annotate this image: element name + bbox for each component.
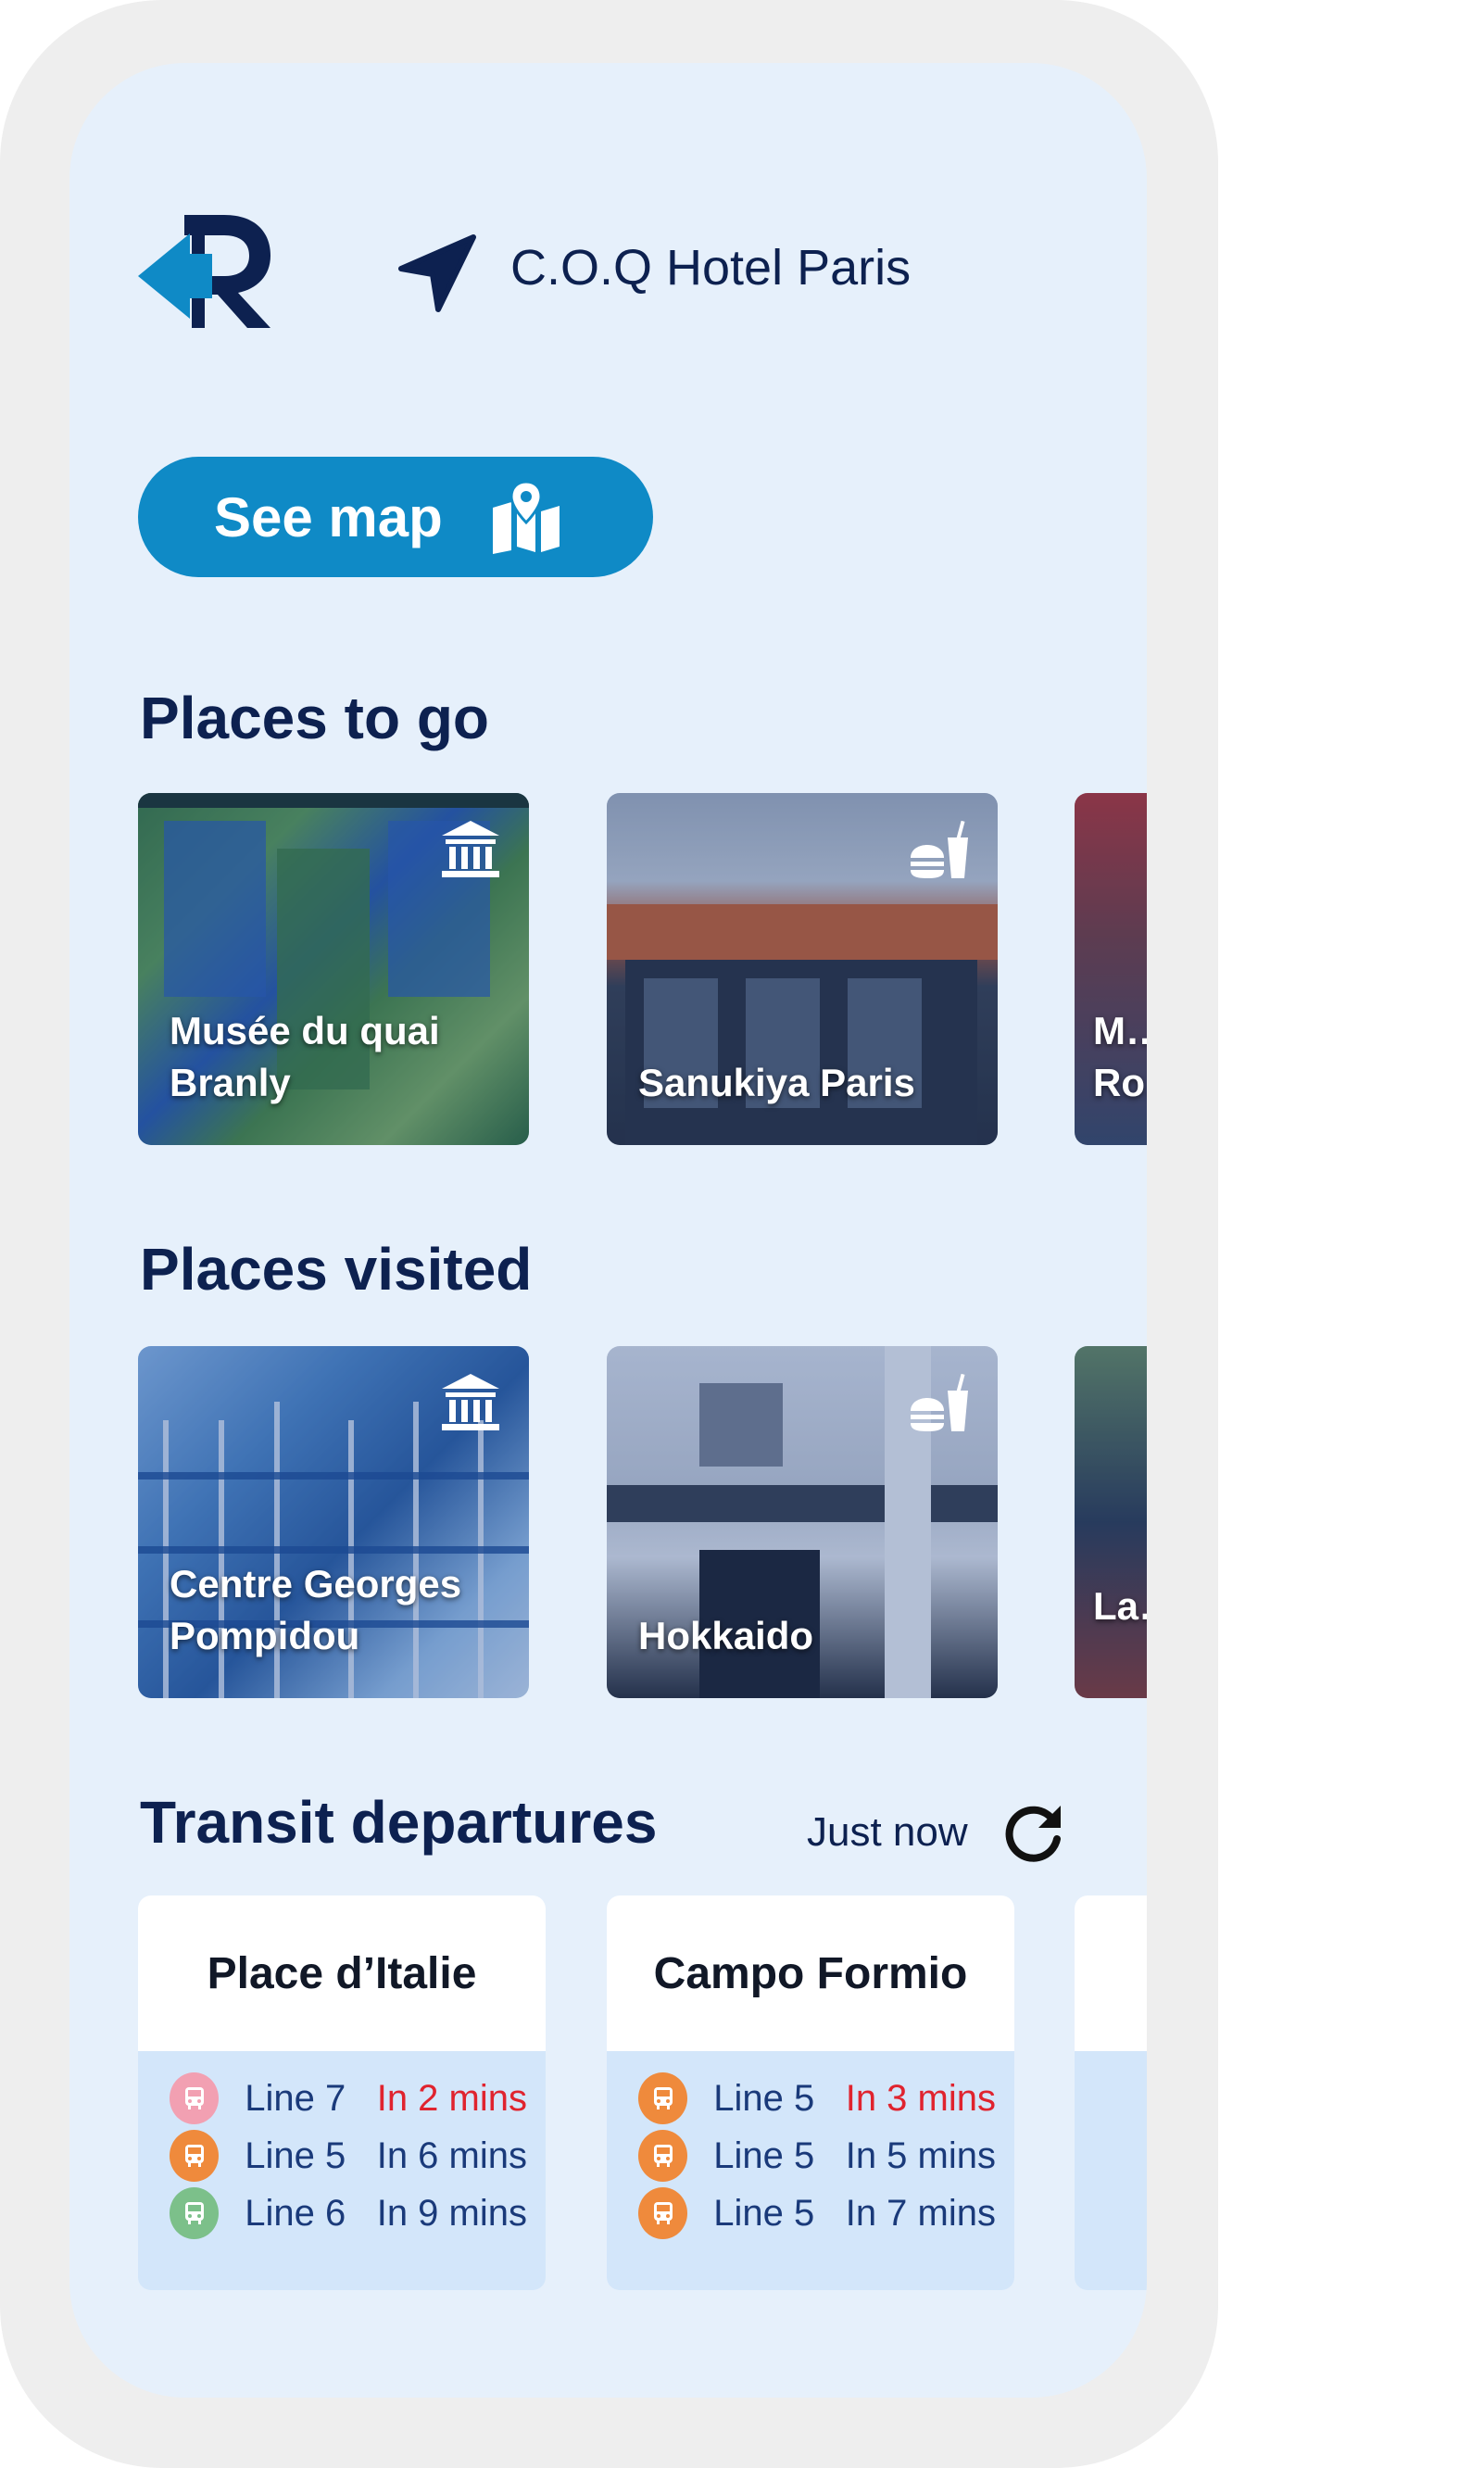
line-name: Line 5	[713, 2134, 815, 2176]
departure-row: Line 5 In 5 mins	[638, 2127, 996, 2185]
departure-row: Line 6 In 9 mins	[170, 2185, 527, 2242]
fast-food-icon	[911, 1373, 968, 1431]
app-screen: C.O.Q Hotel Paris See map Places to go M…	[69, 63, 1147, 2398]
departure-list: Line 5 In 3 mins Line 5 In 5 mins Line 5…	[607, 2051, 1014, 2242]
place-card[interactable]: Musée du quai Branly	[138, 793, 529, 1145]
line-name: Line 6	[245, 2192, 346, 2234]
line-name: Line 5	[245, 2134, 346, 2176]
refresh-row: Just now	[807, 1800, 1066, 1865]
line-name: Line 7	[245, 2077, 346, 2119]
card-overlay	[1075, 1346, 1147, 1698]
transit-stop-card[interactable]: Place d’Italie Line 7 In 2 mins Line 5 I…	[138, 1895, 546, 2290]
bus-icon	[638, 2072, 688, 2124]
place-card[interactable]: Sanukiya Paris	[607, 793, 998, 1145]
departure-row: Line 5 In 7 mins	[638, 2185, 996, 2242]
place-name: Musée du quai Branly	[170, 1008, 440, 1105]
places-to-go-title: Places to go	[140, 685, 489, 751]
current-location[interactable]: C.O.Q Hotel Paris	[510, 239, 911, 296]
navigation-arrow-icon	[398, 234, 476, 312]
bus-icon	[170, 2072, 220, 2124]
see-map-button[interactable]: See map	[138, 457, 653, 577]
stop-name-partial	[1075, 1895, 1147, 2051]
places-visited-title: Places visited	[140, 1236, 533, 1303]
fast-food-icon	[911, 820, 968, 878]
departure-row: Line 7 In 2 mins	[170, 2070, 527, 2127]
place-card[interactable]: M… Ro…	[1075, 793, 1147, 1145]
transit-stop-card[interactable]: Campo Formio Line 5 In 3 mins Line 5 In …	[607, 1895, 1014, 2290]
place-name: M… Ro…	[1093, 1008, 1147, 1105]
eta: In 2 mins	[376, 2077, 527, 2119]
departure-list: Line 7 In 2 mins Line 5 In 6 mins Line 6…	[138, 2051, 546, 2242]
transit-stop-card[interactable]	[1075, 1895, 1147, 2290]
visited-card[interactable]: Centre Georges Pompidou	[138, 1346, 529, 1698]
line-name: Line 5	[713, 2077, 815, 2119]
museum-icon	[442, 821, 499, 877]
stop-name: Campo Formio	[607, 1895, 1014, 2051]
transit-title: Transit departures	[140, 1789, 658, 1856]
eta: In 7 mins	[845, 2192, 996, 2234]
eta: In 3 mins	[845, 2077, 996, 2119]
bus-icon	[170, 2130, 220, 2182]
eta: In 5 mins	[845, 2134, 996, 2176]
eta: In 9 mins	[376, 2192, 527, 2234]
last-updated: Just now	[807, 1809, 968, 1855]
museum-icon	[442, 1374, 499, 1430]
map-pin-icon	[492, 480, 560, 554]
visited-card[interactable]: La…	[1075, 1346, 1147, 1698]
eta: In 6 mins	[376, 2134, 527, 2176]
refresh-icon[interactable]	[1001, 1800, 1066, 1865]
place-name: La…	[1093, 1584, 1147, 1629]
bus-icon	[170, 2187, 220, 2239]
r-arrow-logo[interactable]	[136, 211, 275, 332]
bus-icon	[638, 2130, 688, 2182]
place-name: Hokkaido	[638, 1614, 814, 1658]
line-name: Line 5	[713, 2192, 815, 2234]
departure-row: Line 5 In 6 mins	[170, 2127, 527, 2185]
bus-icon	[638, 2187, 688, 2239]
stop-name: Place d’Italie	[138, 1895, 546, 2051]
see-map-label: See map	[214, 485, 443, 548]
departure-row: Line 5 In 3 mins	[638, 2070, 996, 2127]
place-name: Sanukiya Paris	[638, 1061, 915, 1105]
visited-card[interactable]: Hokkaido	[607, 1346, 998, 1698]
place-name: Centre Georges Pompidou	[170, 1561, 462, 1658]
